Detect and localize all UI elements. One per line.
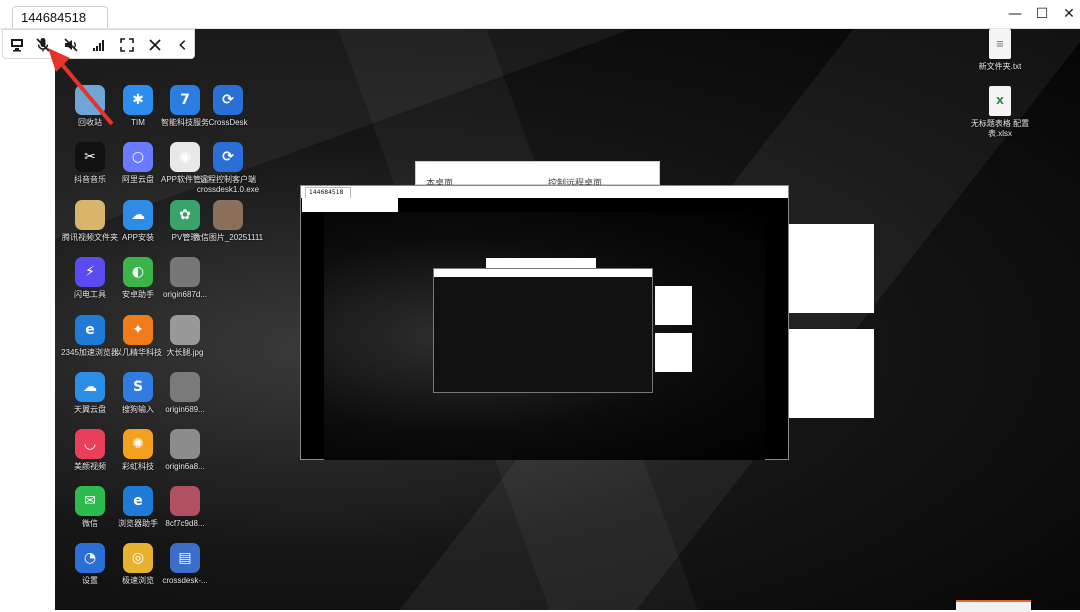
blank-window-4 bbox=[655, 333, 692, 372]
app-icon: S bbox=[123, 372, 153, 402]
desktop-icon-label: 远程控制客户端 crossdesk1.0.exe bbox=[196, 175, 260, 194]
app-icon bbox=[170, 257, 200, 287]
nested-title-bar: 144684518 bbox=[301, 186, 788, 198]
maximize-button[interactable]: ☐ bbox=[1031, 4, 1053, 24]
nested-toolbar bbox=[302, 198, 398, 212]
remote-dialog: 本桌面 控制远程桌面 bbox=[415, 161, 660, 189]
blank-window-1 bbox=[789, 224, 874, 313]
app-icon: ☁ bbox=[75, 372, 105, 402]
app-icon: ✦ bbox=[123, 315, 153, 345]
annotation-arrow bbox=[48, 48, 114, 126]
desktop-icon-label: origin6a8... bbox=[165, 462, 205, 471]
taskbar-item[interactable] bbox=[956, 600, 1031, 612]
app-icon bbox=[213, 200, 243, 230]
desktop-file-label: 新文件夹.txt bbox=[978, 62, 1022, 71]
blank-window-2 bbox=[789, 329, 874, 418]
app-icon: ⚡ bbox=[75, 257, 105, 287]
spreadsheet-file-icon: X bbox=[989, 86, 1011, 116]
display-icon[interactable] bbox=[7, 35, 27, 55]
app-icon: ◐ bbox=[123, 257, 153, 287]
desktop-file-label: 无标题表格 配置表.xlsx bbox=[970, 119, 1030, 138]
app-icon: ✉ bbox=[75, 486, 105, 516]
app-icon: ⟳ bbox=[213, 85, 243, 115]
desktop-icon[interactable]: origin687d... bbox=[155, 257, 215, 323]
title-bar: 144684518 — ☐ ✕ bbox=[0, 0, 1080, 29]
desktop-icon-label: origin687d... bbox=[162, 290, 208, 299]
desktop-file-icon[interactable]: X 无标题表格 配置表.xlsx bbox=[970, 86, 1030, 152]
desktop-icon-label: origin689... bbox=[165, 405, 205, 414]
app-icon: 7 bbox=[170, 85, 200, 115]
blank-window-3 bbox=[655, 286, 692, 325]
remote-desktop-view[interactable]: 本桌面 控制远程桌面 144684518 此电脑回收站✱TIM7智能科技服务⟳C… bbox=[55, 29, 1080, 610]
app-icon bbox=[170, 429, 200, 459]
desktop-icon-label: CrossDesk bbox=[208, 118, 248, 127]
app-icon bbox=[170, 315, 200, 345]
app-icon: ▤ bbox=[170, 543, 200, 573]
desktop-icon-label: 8cf7c9d8... bbox=[165, 519, 205, 528]
mini-dialog bbox=[486, 258, 596, 268]
app-icon: ✱ bbox=[123, 85, 153, 115]
app-icon: ☁ bbox=[123, 200, 153, 230]
nested-tab: 144684518 bbox=[305, 187, 351, 198]
desktop-icon-label: 微信图片_20251111 bbox=[192, 233, 264, 242]
close-icon[interactable] bbox=[145, 35, 165, 55]
desktop-icon-label: 大长腿.jpg bbox=[166, 348, 204, 357]
minimize-button[interactable]: — bbox=[1004, 4, 1026, 24]
desktop-icon[interactable]: ▤ crossdesk-... bbox=[155, 543, 215, 609]
app-icon: ◎ bbox=[123, 543, 153, 573]
app-icon: ◔ bbox=[75, 543, 105, 573]
app-icon: ◡ bbox=[75, 429, 105, 459]
text-file-icon: ≡ bbox=[989, 29, 1011, 59]
app-icon: ○ bbox=[123, 142, 153, 172]
app-icon bbox=[75, 200, 105, 230]
session-tab-label: 144684518 bbox=[21, 10, 87, 25]
nested-mini-window bbox=[433, 268, 653, 393]
app-icon: ◉ bbox=[170, 142, 200, 172]
app-icon: ✂ bbox=[75, 142, 105, 172]
app-icon: ⟳ bbox=[213, 142, 243, 172]
app-icon: ✺ bbox=[123, 429, 153, 459]
mini-title-bar bbox=[434, 269, 652, 277]
collapse-chevron-icon[interactable] bbox=[176, 35, 190, 55]
session-tab[interactable]: 144684518 bbox=[12, 6, 108, 28]
app-icon: e bbox=[123, 486, 153, 516]
app-icon: ✿ bbox=[170, 200, 200, 230]
app-icon bbox=[170, 486, 200, 516]
app-icon bbox=[170, 372, 200, 402]
close-window-button[interactable]: ✕ bbox=[1058, 4, 1080, 24]
desktop-icon[interactable]: ⟳ 远程控制客户端 crossdesk1.0.exe bbox=[197, 142, 259, 208]
fullscreen-icon[interactable] bbox=[117, 35, 137, 55]
desktop-icon-label: crossdesk-... bbox=[162, 576, 208, 585]
app-icon: e bbox=[75, 315, 105, 345]
